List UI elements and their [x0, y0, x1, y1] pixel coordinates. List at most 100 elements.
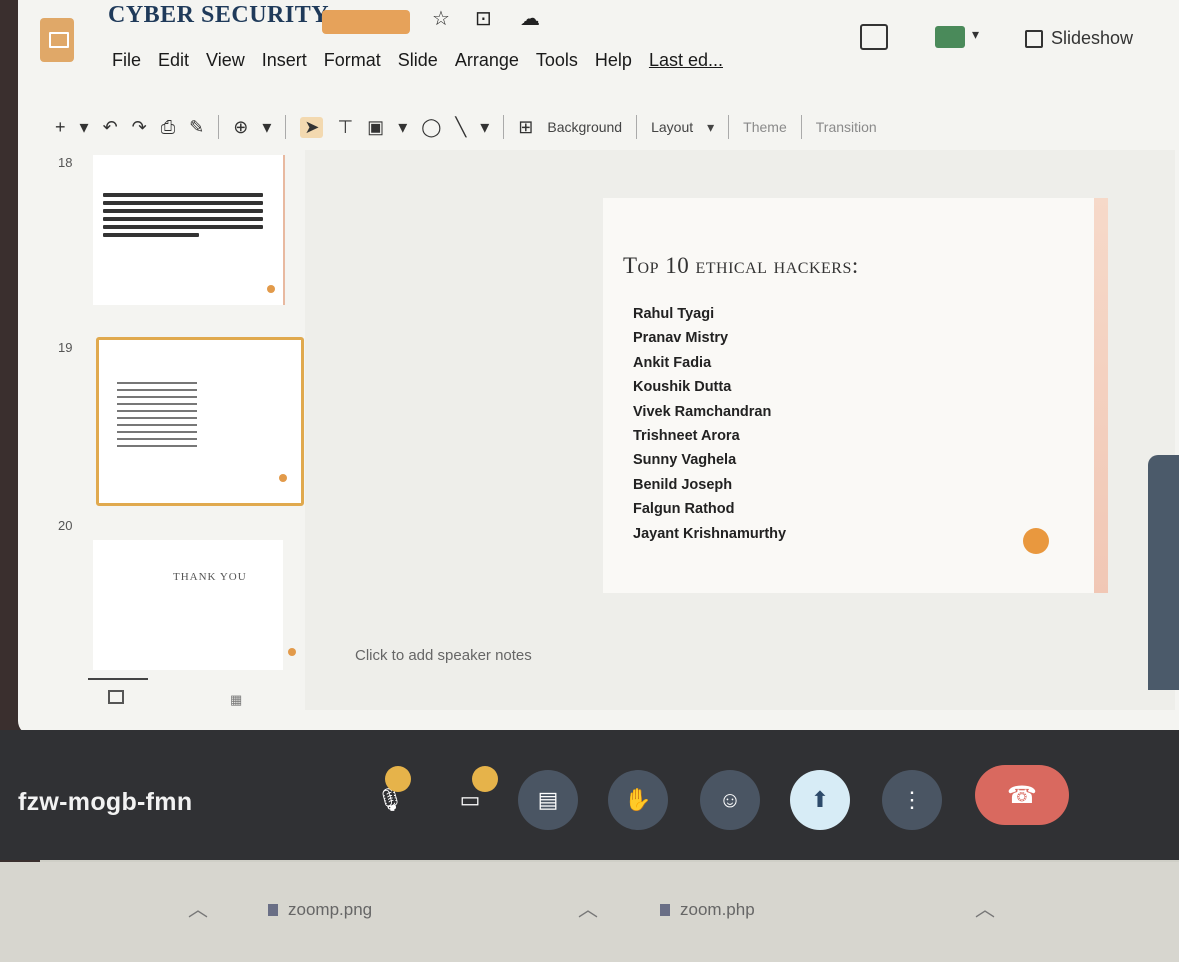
new-slide-icon[interactable]: +	[55, 117, 66, 138]
slideshow-label: Slideshow	[1051, 28, 1134, 48]
comment-add-icon[interactable]: ⊞	[518, 117, 533, 138]
slide-thumbnail-19[interactable]	[96, 337, 304, 506]
list-item: Rahul Tyagi	[633, 306, 715, 322]
download-filename: zoomp.png	[288, 900, 373, 919]
list-item: Pranav Mistry	[633, 330, 729, 347]
print-icon[interactable]: ⎙	[161, 117, 175, 138]
present-screen-button[interactable]: ⬆	[790, 770, 850, 830]
chevron-up-icon[interactable]: ︿	[578, 893, 598, 922]
side-panel-edge[interactable]	[1148, 455, 1179, 690]
slides-logo-icon[interactable]	[40, 18, 74, 62]
menu-view[interactable]: View	[206, 50, 245, 71]
last-edit-link[interactable]: Last ed...	[649, 50, 723, 71]
thumbnail-list-block	[117, 382, 197, 452]
list-item: Falgun Rathod	[633, 501, 735, 518]
chevron-down-icon[interactable]: ▾	[972, 26, 979, 43]
slide-accent-stripe	[1094, 198, 1108, 593]
background-button[interactable]: Background	[547, 119, 622, 135]
download-filename: zoom.php	[680, 900, 755, 919]
slide-title[interactable]: Top 10 ethical hackers:	[623, 253, 859, 279]
orange-dot	[267, 285, 275, 293]
camera-status-badge	[472, 766, 498, 792]
captions-icon: ▤	[537, 787, 559, 812]
filmstrip-divider	[88, 678, 148, 680]
orange-dot	[288, 648, 296, 656]
end-call-button[interactable]: ☎	[975, 765, 1069, 825]
raise-hand-button[interactable]: ✋	[608, 770, 668, 830]
toolbar-divider	[800, 115, 802, 139]
slide-thumbnail-20[interactable]: THANK YOU	[93, 540, 296, 670]
image-icon[interactable]: ▣	[367, 117, 384, 138]
redo-icon[interactable]: ↷	[132, 117, 147, 138]
download-item[interactable]: zoom.php	[660, 900, 755, 920]
text-box-icon[interactable]: ⊤	[337, 117, 353, 138]
present-icon: ⬆	[810, 787, 830, 812]
reactions-button[interactable]: ☺	[700, 770, 760, 830]
menu-arrange[interactable]: Arrange	[455, 50, 519, 71]
download-item[interactable]: zoomp.png	[268, 900, 372, 920]
menu-bar: File Edit View Insert Format Slide Arran…	[112, 50, 723, 71]
star-icon[interactable]: ☆	[432, 6, 450, 31]
thumbnail-text-block	[103, 193, 263, 241]
mic-status-badge	[385, 766, 411, 792]
move-folder-icon[interactable]: ⊡	[475, 6, 492, 31]
hand-icon: ✋	[624, 787, 652, 812]
slide-filmstrip: 18 19 20 THANK YOU ▦	[58, 150, 304, 710]
slide-number: 20	[58, 518, 73, 533]
slideshow-button[interactable]: Slideshow	[1025, 28, 1133, 49]
shape-icon[interactable]: ◯	[421, 117, 441, 138]
select-cursor-icon[interactable]: ➤	[300, 116, 324, 138]
menu-edit[interactable]: Edit	[158, 50, 189, 71]
slide-number: 18	[58, 155, 73, 170]
slide-number: 19	[58, 340, 73, 355]
chevron-up-icon[interactable]: ︿	[975, 893, 995, 922]
chevron-up-icon[interactable]: ︿	[188, 893, 208, 922]
meet-icon[interactable]	[935, 26, 965, 48]
chevron-down-icon[interactable]: ▾	[262, 117, 271, 138]
menu-slide[interactable]: Slide	[398, 50, 438, 71]
document-title[interactable]: CYBER SECURITY	[108, 2, 329, 29]
list-item: Jayant Krishnamurthy	[633, 525, 787, 542]
filmstrip-view-icon[interactable]	[108, 690, 124, 704]
grid-view-icon[interactable]: ▦	[230, 692, 242, 708]
captions-button[interactable]: ▤	[518, 770, 578, 830]
zoom-icon[interactable]: ⊕	[233, 117, 248, 138]
list-item: Sunny Vaghela	[633, 452, 737, 469]
menu-insert[interactable]: Insert	[262, 50, 307, 71]
slide-thumbnail-18[interactable]	[93, 155, 285, 305]
toolbar-divider	[218, 115, 220, 139]
more-options-button[interactable]: ⋮	[882, 770, 942, 830]
paint-format-icon[interactable]: ✎	[189, 117, 204, 138]
speaker-notes-field[interactable]: Click to add speaker notes	[355, 647, 532, 664]
toolbar-divider	[285, 115, 287, 139]
list-item: Vivek Ramchandran	[633, 403, 772, 420]
more-vertical-icon: ⋮	[901, 787, 923, 812]
menu-help[interactable]: Help	[595, 50, 632, 71]
menu-tools[interactable]: Tools	[536, 50, 578, 71]
list-item: Koushik Dutta	[633, 379, 732, 396]
chevron-down-icon[interactable]: ▾	[398, 117, 407, 138]
slide-orange-dot	[1023, 528, 1049, 554]
transition-button[interactable]: Transition	[816, 119, 877, 135]
chevron-down-icon[interactable]: ▾	[707, 119, 714, 136]
play-icon	[1025, 29, 1043, 48]
menu-format[interactable]: Format	[324, 50, 381, 71]
undo-icon[interactable]: ↶	[103, 117, 118, 138]
document-status-chip	[322, 10, 410, 34]
layout-button[interactable]: Layout	[651, 119, 693, 135]
list-item: Trishneet Arora	[633, 428, 740, 445]
comments-icon[interactable]	[860, 24, 888, 50]
chevron-down-icon[interactable]: ▾	[480, 117, 489, 138]
hang-up-icon: ☎	[1007, 781, 1037, 809]
toolbar-divider	[636, 115, 638, 139]
file-icon	[660, 904, 670, 916]
cloud-status-icon[interactable]: ☁	[520, 6, 540, 31]
chevron-down-icon[interactable]: ▾	[80, 117, 89, 138]
orange-dot	[279, 474, 287, 482]
line-icon[interactable]: ╲	[455, 117, 466, 138]
list-item: Benild Joseph	[633, 476, 733, 493]
menu-file[interactable]: File	[112, 50, 141, 71]
toolbar-divider	[503, 115, 505, 139]
theme-button[interactable]: Theme	[743, 119, 787, 135]
slide-hacker-list[interactable]: Rahul Tyagi Pranav Mistry Ankit Fadia Ko…	[633, 302, 786, 546]
